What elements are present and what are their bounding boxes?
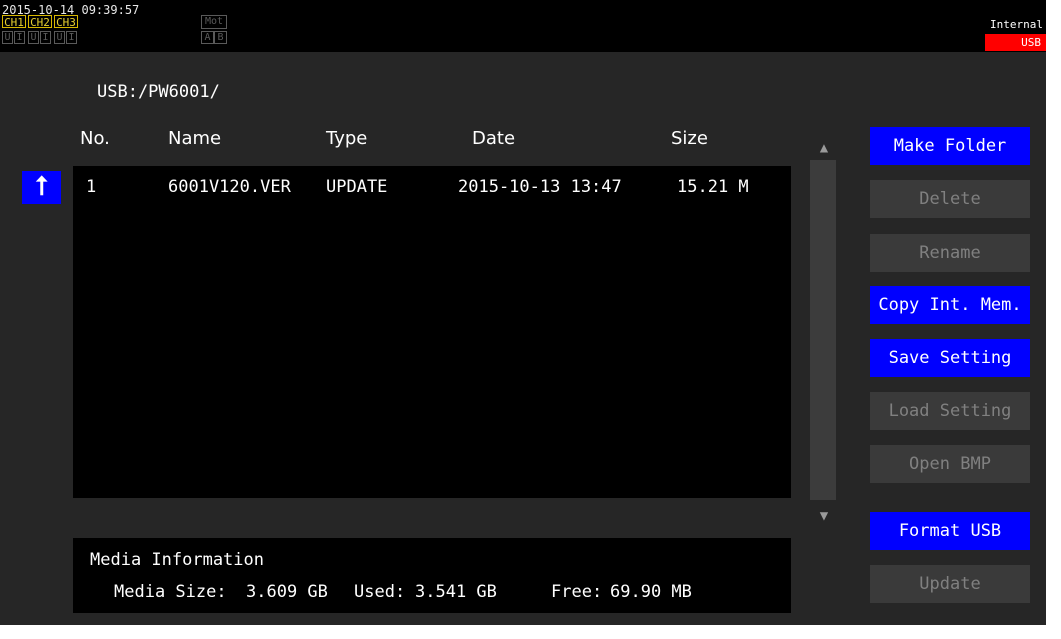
file-list[interactable] [73, 166, 791, 498]
media-free-value: 69.90 MB [610, 582, 692, 602]
triangle-down-icon: ▼ [819, 508, 829, 524]
scrollbar-track[interactable] [810, 160, 836, 500]
motor-a-indicator: A [201, 31, 214, 44]
file-size: 15.21 M [677, 177, 749, 197]
ch2-u-indicator: U [28, 31, 39, 44]
save-setting-button[interactable]: Save Setting [870, 339, 1030, 377]
ch2-i-indicator: I [40, 31, 51, 44]
current-path: USB:/PW6001/ [97, 82, 220, 102]
rename-button[interactable]: Rename [870, 234, 1030, 272]
triangle-up-icon: ▲ [819, 140, 829, 156]
channel-ch2-indicator: CH2 [28, 15, 52, 29]
load-setting-button[interactable]: Load Setting [870, 392, 1030, 430]
media-free-label: Free: [551, 582, 603, 602]
open-bmp-button[interactable]: Open BMP [870, 445, 1030, 483]
media-size-label: Media Size: [114, 582, 227, 602]
file-name: 6001V120.VER [168, 177, 291, 197]
media-used-label: Used: [354, 582, 406, 602]
instrument-screen: 2015-10-14 09:39:57 CH1 CH2 CH3 U I U I … [0, 0, 1046, 625]
storage-internal-indicator: Internal [985, 16, 1046, 33]
ch3-u-indicator: U [54, 31, 65, 44]
file-no: 1 [86, 177, 97, 197]
media-used-value: 3.541 GB [415, 582, 497, 602]
column-header-size: Size [671, 128, 708, 149]
ch3-i-indicator: I [66, 31, 77, 44]
file-date: 2015-10-13 13:47 [458, 177, 622, 197]
media-information-panel: Media Information Media Size: 3.609 GB U… [73, 538, 791, 613]
delete-button[interactable]: Delete [870, 180, 1030, 218]
make-folder-button[interactable]: Make Folder [870, 127, 1030, 165]
scroll-down-button[interactable]: ▼ [804, 504, 844, 528]
media-information-title: Media Information [90, 550, 264, 570]
media-size-value: 3.609 GB [246, 582, 328, 602]
update-button[interactable]: Update [870, 565, 1030, 603]
format-usb-button[interactable]: Format USB [870, 512, 1030, 550]
column-header-date: Date [472, 128, 516, 149]
column-header-type: Type [326, 128, 368, 149]
column-header-no: No. [80, 128, 110, 149]
ch1-i-indicator: I [14, 31, 25, 44]
motor-indicator: Mot [201, 15, 227, 29]
ch1-u-indicator: U [2, 31, 13, 44]
channel-ch1-indicator: CH1 [2, 15, 26, 29]
up-folder-arrow-icon: ⭡ [35, 172, 48, 202]
storage-usb-indicator: USB [985, 34, 1046, 51]
copy-int-mem-button[interactable]: Copy Int. Mem. [870, 286, 1030, 324]
status-bar: 2015-10-14 09:39:57 CH1 CH2 CH3 U I U I … [0, 0, 1046, 52]
file-type: UPDATE [326, 177, 388, 197]
column-header-name: Name [168, 128, 222, 149]
up-folder-button[interactable]: ⭡ [22, 171, 61, 204]
motor-b-indicator: B [214, 31, 227, 44]
channel-ch3-indicator: CH3 [54, 15, 78, 29]
scroll-up-button[interactable]: ▲ [804, 136, 844, 160]
